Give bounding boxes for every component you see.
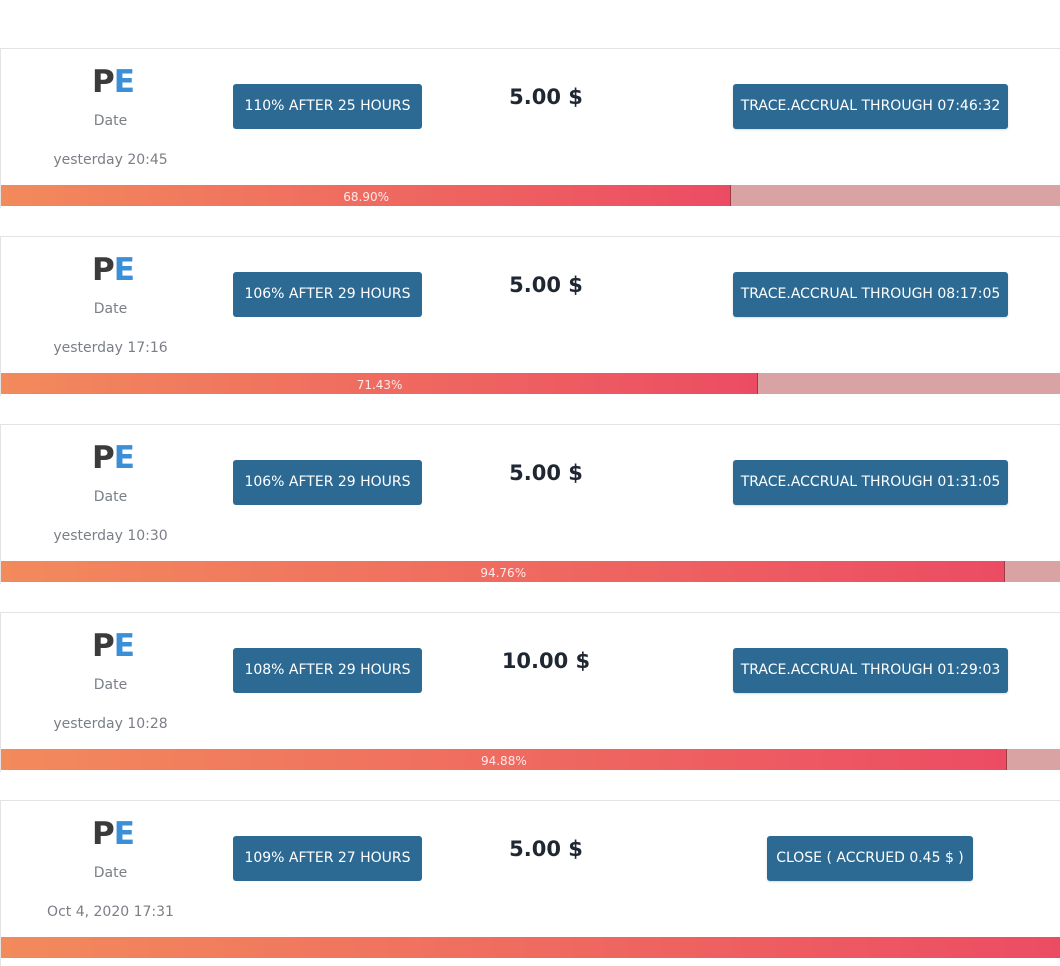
logo-letter-e: E	[113, 816, 135, 852]
progress-track: 68.90%	[1, 185, 1060, 206]
date-value: yesterday 17:16	[53, 340, 168, 356]
logo-letter-p: P	[92, 252, 115, 288]
deposit-card: PE Date yesterday 10:28 108% AFTER 29 HO…	[0, 612, 1060, 772]
progress-track: 94.76%	[1, 561, 1060, 582]
progress-percent-label: 71.43%	[356, 378, 403, 392]
date-value: yesterday 10:28	[53, 716, 168, 732]
date-label: Date	[93, 113, 128, 129]
logo-letter-e: E	[113, 628, 135, 664]
next-accrual-button[interactable]: TRACE.ACCRUAL THROUGH 08:17:05	[733, 272, 1008, 317]
logo-letter-p: P	[92, 64, 115, 100]
date-value: yesterday 10:30	[53, 528, 168, 544]
plan-button[interactable]: 109% AFTER 27 HOURS	[233, 836, 422, 881]
plan-button[interactable]: 106% AFTER 29 HOURS	[233, 272, 422, 317]
logo-letter-p: P	[92, 628, 115, 664]
payeer-logo: PE	[92, 816, 135, 852]
top-header-band	[0, 0, 1060, 49]
progress-fill	[1, 937, 1060, 958]
deposit-amount: 5.00 $	[509, 273, 583, 297]
close-deposit-button[interactable]: CLOSE ( ACCRUED 0.45 $ )	[767, 836, 973, 881]
deposit-card: PE Date yesterday 10:30 106% AFTER 29 HO…	[0, 424, 1060, 584]
plan-button[interactable]: 106% AFTER 29 HOURS	[233, 460, 422, 505]
payeer-logo: PE	[92, 628, 135, 664]
next-accrual-button[interactable]: TRACE.ACCRUAL THROUGH 07:46:32	[733, 84, 1008, 129]
deposit-amount: 5.00 $	[509, 85, 583, 109]
plan-button[interactable]: 110% AFTER 25 HOURS	[233, 84, 422, 129]
date-value: Oct 4, 2020 17:31	[47, 904, 174, 920]
payeer-logo: PE	[92, 440, 135, 476]
logo-letter-e: E	[113, 252, 135, 288]
logo-letter-e: E	[113, 440, 135, 476]
payeer-logo: PE	[92, 64, 135, 100]
progress-percent-label: 94.76%	[480, 566, 527, 580]
deposit-card: PE Date Oct 4, 2020 17:31 109% AFTER 27 …	[0, 800, 1060, 966]
deposit-card: PE Date yesterday 20:45 110% AFTER 25 HO…	[0, 48, 1060, 208]
progress-track: 94.88%	[1, 749, 1060, 770]
logo-letter-e: E	[113, 64, 135, 100]
progress-percent-label: 94.88%	[480, 754, 527, 768]
payeer-logo: PE	[92, 252, 135, 288]
next-accrual-button[interactable]: TRACE.ACCRUAL THROUGH 01:31:05	[733, 460, 1008, 505]
deposit-amount: 5.00 $	[509, 837, 583, 861]
date-value: yesterday 20:45	[53, 152, 168, 168]
date-label: Date	[93, 677, 128, 693]
progress-track	[1, 937, 1060, 958]
plan-button[interactable]: 108% AFTER 29 HOURS	[233, 648, 422, 693]
progress-percent-label: 68.90%	[343, 190, 390, 204]
date-label: Date	[93, 489, 128, 505]
progress-track: 71.43%	[1, 373, 1060, 394]
deposit-amount: 5.00 $	[509, 461, 583, 485]
logo-letter-p: P	[92, 816, 115, 852]
deposit-card: PE Date yesterday 17:16 106% AFTER 29 HO…	[0, 236, 1060, 396]
logo-letter-p: P	[92, 440, 115, 476]
deposit-amount: 10.00 $	[501, 649, 591, 673]
date-label: Date	[93, 865, 128, 881]
date-label: Date	[93, 301, 128, 317]
next-accrual-button[interactable]: TRACE.ACCRUAL THROUGH 01:29:03	[733, 648, 1008, 693]
